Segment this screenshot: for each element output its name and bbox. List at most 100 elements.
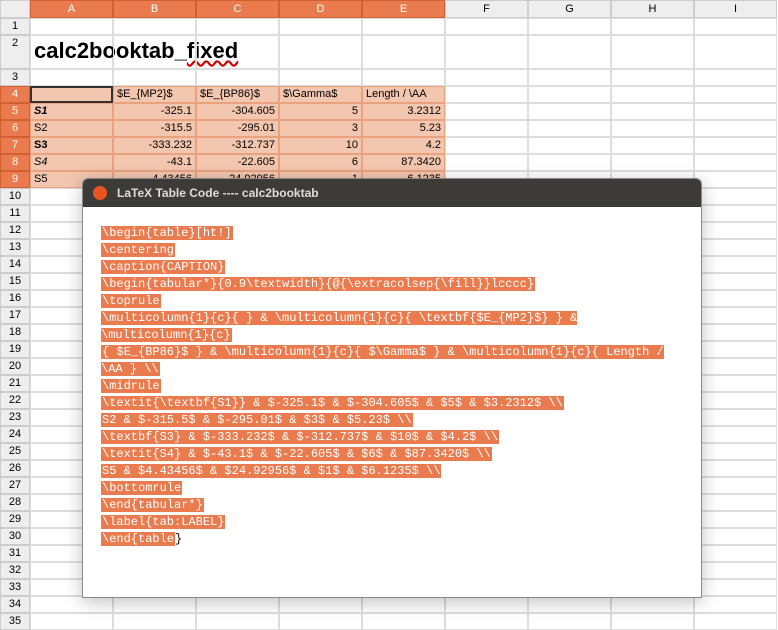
cell[interactable] [113, 18, 196, 35]
cell[interactable] [694, 511, 777, 528]
active-cell[interactable] [30, 86, 113, 103]
cell[interactable] [611, 35, 694, 69]
cell[interactable] [694, 596, 777, 613]
row-head[interactable]: 10 [0, 188, 30, 205]
cell[interactable] [694, 358, 777, 375]
cell[interactable] [694, 545, 777, 562]
row-head[interactable]: 3 [0, 69, 30, 86]
row-head[interactable]: 12 [0, 222, 30, 239]
dialog-titlebar[interactable]: LaTeX Table Code ---- calc2booktab [83, 179, 701, 207]
cell[interactable]: -295.01 [196, 120, 279, 137]
cell[interactable] [30, 596, 113, 613]
cell[interactable] [694, 341, 777, 358]
cell[interactable] [445, 154, 528, 171]
cell[interactable] [113, 596, 196, 613]
close-icon[interactable] [93, 186, 107, 200]
cell[interactable] [694, 273, 777, 290]
cell[interactable] [279, 18, 362, 35]
col-head-H[interactable]: H [611, 0, 694, 18]
cell[interactable]: -22.605 [196, 154, 279, 171]
cell[interactable] [611, 120, 694, 137]
cell[interactable]: 5 [279, 103, 362, 120]
cell[interactable] [694, 460, 777, 477]
cell[interactable] [694, 494, 777, 511]
row-head[interactable]: 25 [0, 443, 30, 460]
cell[interactable] [694, 392, 777, 409]
row-head[interactable]: 8 [0, 154, 30, 171]
row-head[interactable]: 16 [0, 290, 30, 307]
row-head[interactable]: 30 [0, 528, 30, 545]
row-head[interactable]: 18 [0, 324, 30, 341]
cell[interactable] [362, 35, 445, 69]
select-all-corner[interactable] [0, 0, 30, 18]
cell[interactable] [445, 613, 528, 630]
row-head[interactable]: 1 [0, 18, 30, 35]
cell[interactable] [694, 103, 777, 120]
row-head[interactable]: 29 [0, 511, 30, 528]
cell[interactable] [445, 18, 528, 35]
row-head[interactable]: 11 [0, 205, 30, 222]
header-cell[interactable]: $\Gamma$ [279, 86, 362, 103]
cell[interactable]: -315.5 [113, 120, 196, 137]
row-label[interactable]: S4 [30, 154, 113, 171]
cell[interactable]: 87.3420 [362, 154, 445, 171]
title-cell[interactable]: calc2booktab_fixed [30, 35, 113, 69]
cell[interactable] [611, 613, 694, 630]
cell[interactable] [611, 86, 694, 103]
col-head-C[interactable]: C [196, 0, 279, 18]
header-cell[interactable]: $E_{BP86}$ [196, 86, 279, 103]
cell[interactable] [196, 35, 279, 69]
cell[interactable] [694, 443, 777, 460]
row-head[interactable]: 5 [0, 103, 30, 120]
cell[interactable] [528, 596, 611, 613]
cell[interactable] [694, 477, 777, 494]
cell[interactable]: -333.232 [113, 137, 196, 154]
cell[interactable] [528, 154, 611, 171]
header-cell[interactable]: Length / \AA [362, 86, 445, 103]
cell[interactable] [362, 18, 445, 35]
cell[interactable] [528, 18, 611, 35]
cell[interactable] [611, 103, 694, 120]
cell[interactable] [694, 579, 777, 596]
cell[interactable] [611, 69, 694, 86]
cell[interactable] [694, 69, 777, 86]
cell[interactable] [694, 562, 777, 579]
cell[interactable] [694, 256, 777, 273]
cell[interactable] [30, 18, 113, 35]
row-head[interactable]: 33 [0, 579, 30, 596]
cell[interactable] [528, 103, 611, 120]
row-head[interactable]: 14 [0, 256, 30, 273]
cell[interactable]: -43.1 [113, 154, 196, 171]
cell[interactable] [445, 137, 528, 154]
row-head[interactable]: 28 [0, 494, 30, 511]
cell[interactable] [611, 18, 694, 35]
row-label[interactable]: S2 [30, 120, 113, 137]
row-label[interactable]: S3 [30, 137, 113, 154]
cell[interactable] [445, 35, 528, 69]
row-head[interactable]: 27 [0, 477, 30, 494]
cell[interactable] [445, 69, 528, 86]
row-head[interactable]: 15 [0, 273, 30, 290]
cell[interactable]: 3.2312 [362, 103, 445, 120]
cell[interactable] [694, 171, 777, 188]
cell[interactable] [694, 528, 777, 545]
row-head[interactable]: 4 [0, 86, 30, 103]
cell[interactable] [694, 120, 777, 137]
row-head[interactable]: 21 [0, 375, 30, 392]
row-head[interactable]: 23 [0, 409, 30, 426]
cell[interactable] [611, 596, 694, 613]
cell[interactable] [694, 18, 777, 35]
col-head-F[interactable]: F [445, 0, 528, 18]
cell[interactable]: -304.605 [196, 103, 279, 120]
cell[interactable]: -325.1 [113, 103, 196, 120]
cell[interactable] [694, 205, 777, 222]
cell[interactable] [528, 86, 611, 103]
cell[interactable] [279, 596, 362, 613]
cell[interactable] [528, 613, 611, 630]
cell[interactable] [694, 35, 777, 69]
cell[interactable] [694, 324, 777, 341]
cell[interactable] [528, 137, 611, 154]
cell[interactable] [196, 613, 279, 630]
cell[interactable] [694, 222, 777, 239]
cell[interactable] [196, 18, 279, 35]
